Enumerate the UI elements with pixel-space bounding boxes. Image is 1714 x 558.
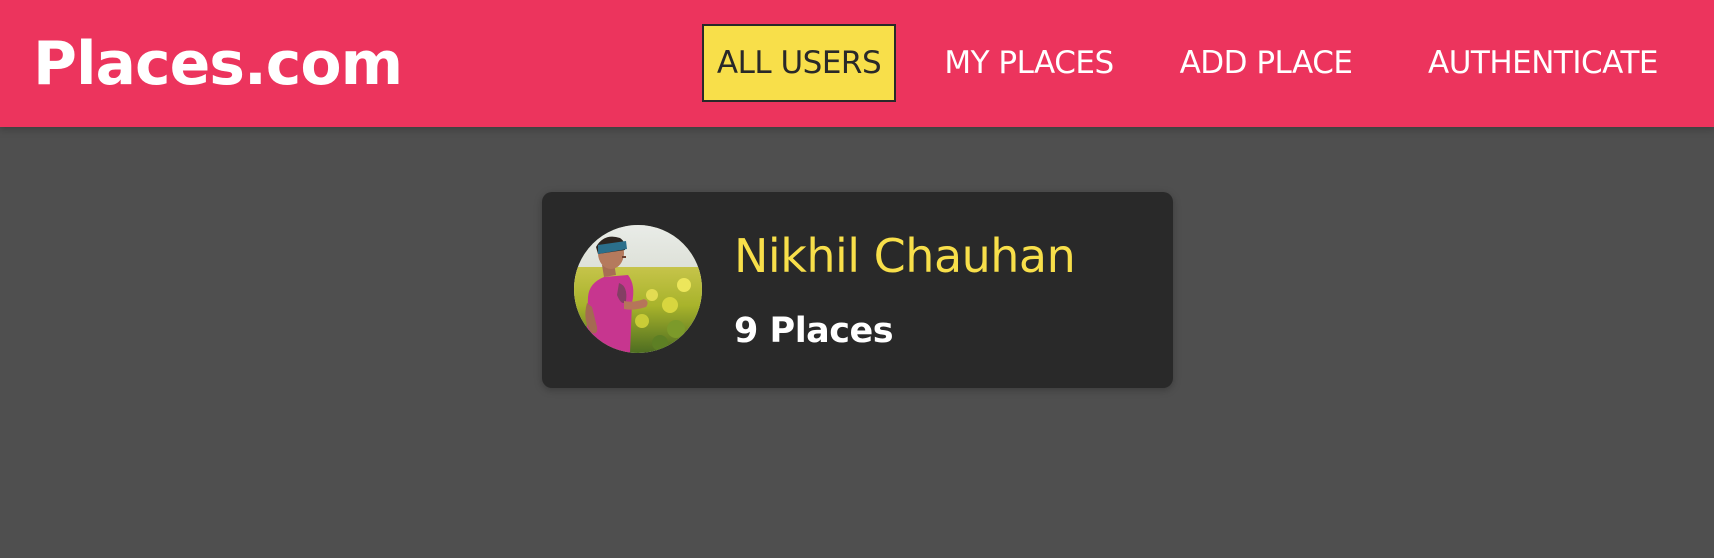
site-logo[interactable]: Places.com [33,28,403,100]
user-name: Nikhil Chauhan [734,229,1076,283]
user-avatar [574,225,702,353]
avatar-photo [574,225,702,353]
nav-my-places[interactable]: MY PLACES [924,24,1134,102]
user-card[interactable]: Nikhil Chauhan 9 Places [542,192,1173,388]
nav-authenticate[interactable]: AUTHENTICATE [1398,24,1688,102]
main-header: Places.com ALL USERS MY PLACES ADD PLACE… [0,0,1714,127]
nav-add-place[interactable]: ADD PLACE [1164,24,1368,102]
user-places-count: 9 Places [734,311,894,351]
nav-all-users[interactable]: ALL USERS [702,24,896,102]
